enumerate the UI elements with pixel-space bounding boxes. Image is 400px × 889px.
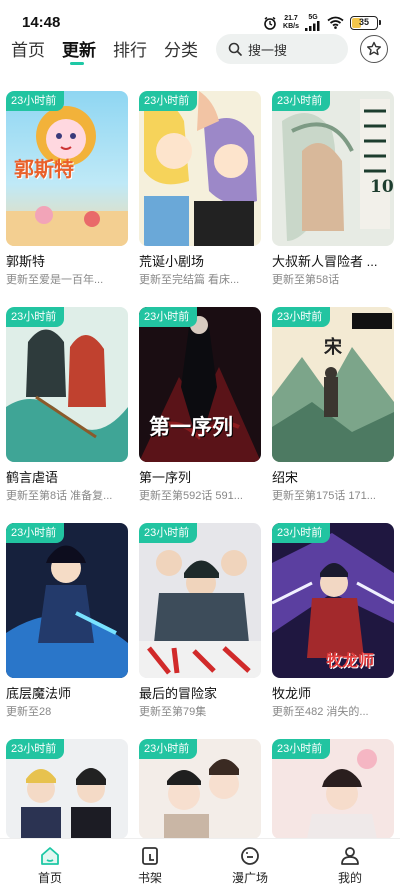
comic-cover[interactable]: 23小时前 [6, 739, 128, 839]
comic-cover[interactable]: 23小时前 [139, 523, 261, 678]
tab-category[interactable]: 分类 [164, 36, 198, 61]
status-bar: 14:48 21.7 KB/s 5G 35 [0, 0, 400, 34]
top-header: 首页 更新 排行 分类 搜一搜 [0, 34, 400, 70]
wifi-icon [327, 16, 344, 29]
comic-cover[interactable]: 10 23小时前 [272, 91, 394, 246]
comic-cover[interactable]: 第一序列 23小时前 [139, 307, 261, 462]
nav-label-profile: 我的 [337, 871, 362, 885]
update-time-badge: 23小时前 [6, 307, 65, 327]
net-speed: 21.7 KB/s [283, 15, 299, 31]
net-speed-value: 21.7 [284, 14, 298, 22]
nav-item-profile[interactable]: 我的 [320, 845, 380, 886]
search-icon [228, 42, 242, 56]
update-time-badge: 23小时前 [6, 523, 65, 543]
comic-title: 鹤言虐语 [6, 470, 59, 485]
comic-cover[interactable]: 23小时前 [6, 307, 128, 462]
update-time-badge: 23小时前 [139, 739, 198, 759]
net-speed-unit: KB/s [283, 22, 299, 30]
nav-item-bookshelf[interactable]: 书架 [120, 845, 180, 886]
comic-cover[interactable]: 宋 23小时前 [272, 307, 394, 462]
comic-title: 绍宋 [272, 470, 299, 485]
status-icons: 21.7 KB/s 5G 35 [263, 14, 381, 31]
comic-latest-chapter: 更新至第79集 [139, 706, 207, 718]
comic-cover[interactable]: 牧龙师 23小时前 [272, 523, 394, 678]
comic-cover[interactable]: 23小时前 [272, 739, 394, 839]
cover-title-text: 10 [370, 177, 394, 197]
comic-cover[interactable]: 23小时前 [6, 523, 128, 678]
comic-title: 郭斯特 [6, 254, 46, 269]
star-icon [367, 41, 381, 56]
comic-title: 底层魔法师 [6, 686, 72, 701]
comic-title: 牧龙师 [272, 686, 312, 701]
update-time-badge: 23小时前 [139, 523, 198, 543]
comic-title: 第一序列 [139, 470, 192, 485]
favorites-button[interactable] [360, 35, 388, 63]
square-icon [241, 847, 259, 865]
network-type-label: 5G [308, 14, 318, 21]
update-time-badge: 23小时前 [272, 307, 331, 327]
home-icon [41, 847, 59, 865]
profile-icon [341, 847, 359, 865]
cover-title-text: 郭斯特 [14, 157, 74, 181]
nav-label-home: 首页 [37, 871, 62, 885]
comic-cover[interactable]: 23小时前 [139, 739, 261, 839]
update-time-badge: 23小时前 [139, 91, 198, 111]
search-placeholder: 搜一搜 [248, 42, 288, 58]
cover-image [6, 523, 128, 678]
alarm-icon [264, 16, 276, 30]
cover-title-text: 第一序列 [149, 414, 233, 439]
tab-home[interactable]: 首页 [11, 36, 45, 61]
tab-ranking[interactable]: 排行 [113, 36, 147, 61]
nav-label-square: 漫广场 [231, 871, 268, 885]
cover-title-text: 宋 [324, 337, 342, 358]
battery-indicator: 35 [350, 15, 381, 30]
comic-latest-chapter: 更新至第8话 准备复... [6, 490, 113, 502]
cover-image [6, 307, 128, 462]
signal-indicator: 5G [305, 14, 321, 31]
comic-latest-chapter: 更新至爱是一百年... [6, 274, 104, 286]
cover-title-text: 牧龙师 [326, 651, 375, 670]
nav-label-bookshelf: 书架 [137, 871, 162, 885]
search-input[interactable]: 搜一搜 [216, 34, 348, 64]
tab-updates[interactable]: 更新 [62, 36, 96, 61]
bookshelf-icon [142, 847, 158, 865]
comic-latest-chapter: 更新至482 消失的... [272, 706, 369, 718]
status-time: 14:48 [22, 14, 61, 31]
comic-title: 最后的冒险家 [139, 686, 218, 701]
update-time-badge: 23小时前 [272, 91, 331, 111]
nav-item-square[interactable]: 漫广场 [220, 845, 280, 886]
comic-latest-chapter: 更新至第592话 591... [139, 490, 243, 502]
update-time-badge: 23小时前 [139, 307, 198, 327]
comic-cover[interactable]: 23小时前 [139, 91, 261, 246]
comic-latest-chapter: 更新至完结篇 看床... [139, 274, 240, 286]
update-time-badge: 23小时前 [272, 739, 331, 759]
comic-cover[interactable]: 郭斯特 23小时前 [6, 91, 128, 246]
comic-latest-chapter: 更新至28 [6, 706, 52, 718]
update-time-badge: 23小时前 [6, 91, 65, 111]
update-time-badge: 23小时前 [6, 739, 65, 759]
cover-image [139, 523, 261, 678]
nav-item-home[interactable]: 首页 [20, 845, 80, 886]
battery-level: 35 [358, 16, 369, 27]
comic-latest-chapter: 更新至第58话 [272, 274, 340, 286]
comic-title: 大叔新人冒险者 ... [272, 254, 378, 269]
active-tab-indicator [70, 62, 84, 65]
bottom-nav: 首页 书架 漫广场 我的 [0, 838, 400, 889]
comic-latest-chapter: 更新至第175话 171... [272, 490, 376, 502]
cover-image [139, 91, 261, 246]
update-time-badge: 23小时前 [272, 523, 331, 543]
comic-title: 荒诞小剧场 [139, 254, 205, 269]
cover-image [272, 91, 394, 246]
signal-icon [305, 21, 320, 31]
cover-image [272, 307, 394, 462]
